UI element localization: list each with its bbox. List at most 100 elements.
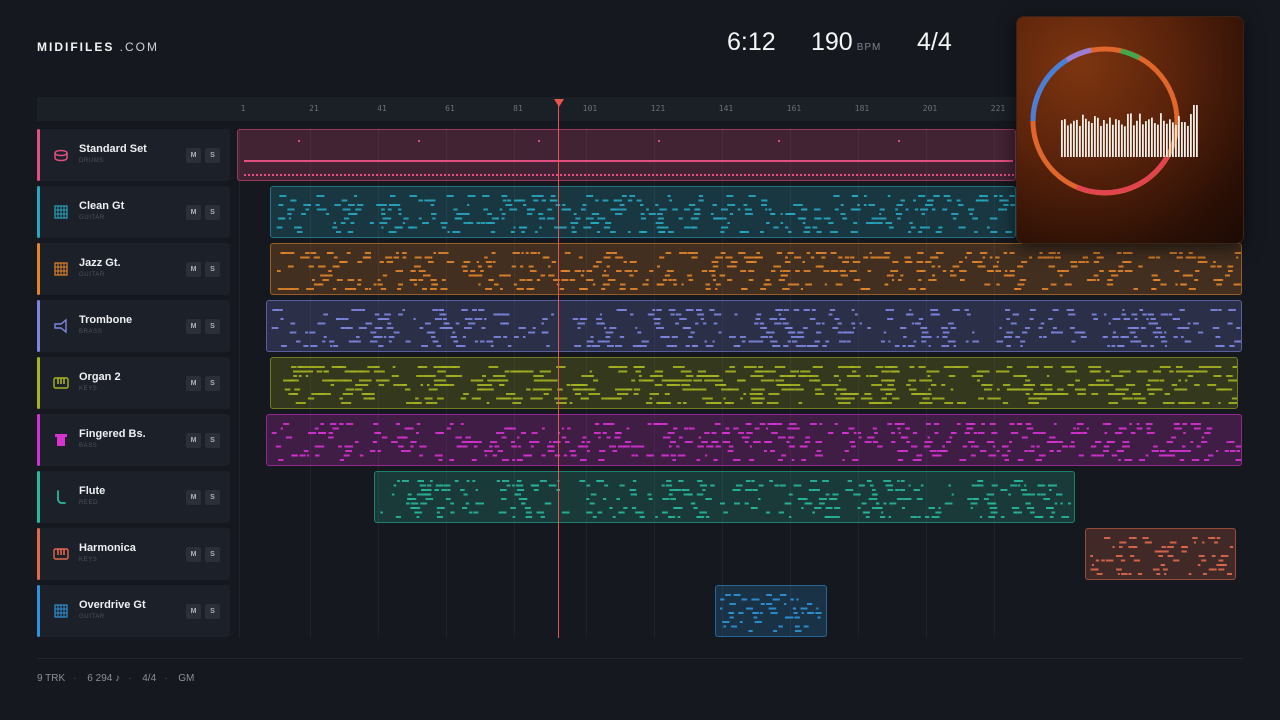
track-category: GUITAR: [79, 215, 105, 221]
note-pattern: [276, 195, 1015, 233]
midi-clip[interactable]: [715, 585, 827, 637]
drum-icon: [53, 147, 69, 163]
track-name: Standard Set: [79, 143, 147, 155]
solo-button[interactable]: S: [205, 205, 220, 220]
mute-button[interactable]: M: [186, 433, 201, 448]
track-color-bar: [37, 129, 40, 181]
footer-divider: [37, 658, 1243, 659]
solo-button[interactable]: S: [205, 376, 220, 391]
track-name: Fingered Bs.: [79, 428, 146, 440]
mute-button[interactable]: M: [186, 319, 201, 334]
midi-standard: GM: [178, 673, 195, 684]
mute-button[interactable]: M: [186, 205, 201, 220]
song-duration: 6:12: [727, 28, 776, 56]
note-pattern: [380, 480, 1071, 518]
track-color-bar: [37, 528, 40, 580]
track-name: Trombone: [79, 314, 133, 326]
time-signature: 4/4: [917, 28, 952, 56]
track-name: Jazz Gt.: [79, 257, 121, 269]
site-logo[interactable]: MIDIFILES .COM: [37, 40, 159, 54]
track-header-overdrive-gt[interactable]: Overdrive Gt GUITAR M S: [37, 585, 230, 637]
track-header-standard-set[interactable]: Standard Set DRUMS M S: [37, 129, 230, 181]
midi-clip[interactable]: [270, 243, 1242, 295]
note-pattern: [244, 140, 1014, 176]
ruler-tick: 81: [513, 104, 523, 113]
midi-clip[interactable]: [374, 471, 1075, 523]
album-art-visualizer: [1016, 16, 1244, 244]
track-header-clean-gt[interactable]: Clean Gt GUITAR M S: [37, 186, 230, 238]
keys-icon: [53, 375, 69, 391]
track-category: KEYS: [79, 386, 98, 392]
track-header-jazz-gt[interactable]: Jazz Gt. GUITAR M S: [37, 243, 230, 295]
footer-time-signature: 4/4: [142, 673, 157, 684]
ruler-tick: 21: [309, 104, 319, 113]
solo-button[interactable]: S: [205, 490, 220, 505]
solo-button[interactable]: S: [205, 319, 220, 334]
ruler-tick: 101: [582, 104, 598, 113]
mute-button[interactable]: M: [186, 376, 201, 391]
ruler-tick: 61: [445, 104, 455, 113]
midi-clip[interactable]: [1085, 528, 1236, 580]
keys-icon: [53, 546, 69, 562]
track-color-bar: [37, 471, 40, 523]
note-pattern: [271, 423, 1241, 461]
midi-clip[interactable]: [270, 186, 1016, 238]
track-color-bar: [37, 186, 40, 238]
note-pattern: [720, 594, 822, 632]
bass-icon: [53, 432, 69, 448]
track-category: REED: [79, 500, 99, 506]
guitar-icon: [53, 261, 69, 277]
track-header-harmonica[interactable]: Harmonica KEYS M S: [37, 528, 230, 580]
solo-button[interactable]: S: [205, 604, 220, 619]
solo-button[interactable]: S: [205, 262, 220, 277]
footer-stats: 9 TRK · 6 294 ♪ · 4/4 · GM: [37, 673, 195, 684]
midi-clip[interactable]: [266, 300, 1242, 352]
track-count: 9 TRK: [37, 673, 66, 684]
track-name: Flute: [79, 485, 106, 497]
track-name: Harmonica: [79, 542, 136, 554]
track-name: Clean Gt: [79, 200, 125, 212]
ruler-tick: 221: [990, 104, 1006, 113]
track-category: KEYS: [79, 557, 98, 563]
track-name: Organ 2: [79, 371, 121, 383]
midi-clip[interactable]: [270, 357, 1238, 409]
trombone-icon: [53, 318, 69, 334]
track-color-bar: [37, 585, 40, 637]
track-header-trombone[interactable]: Trombone BRASS M S: [37, 300, 230, 352]
track-header-fingered-bs[interactable]: Fingered Bs. BASS M S: [37, 414, 230, 466]
note-pattern: [271, 309, 1241, 347]
ruler-tick: 161: [786, 104, 802, 113]
track-header-flute[interactable]: Flute REED M S: [37, 471, 230, 523]
solo-button[interactable]: S: [205, 148, 220, 163]
grid-line: [239, 128, 240, 638]
track-color-bar: [37, 243, 40, 295]
solo-button[interactable]: S: [205, 433, 220, 448]
midi-clip[interactable]: [266, 414, 1242, 466]
guitar-icon: [53, 603, 69, 619]
guitar-icon: [53, 204, 69, 220]
midi-clip[interactable]: [237, 129, 1016, 181]
track-name: Overdrive Gt: [79, 599, 146, 611]
mute-button[interactable]: M: [186, 148, 201, 163]
playhead-handle[interactable]: [554, 99, 564, 107]
solo-button[interactable]: S: [205, 547, 220, 562]
track-category: BRASS: [79, 329, 103, 335]
note-count: 6 294 ♪: [87, 673, 121, 684]
note-pattern: [277, 252, 1241, 290]
track-category: GUITAR: [79, 614, 105, 620]
track-color-bar: [37, 357, 40, 409]
note-pattern: [283, 366, 1237, 404]
track-header-organ-2[interactable]: Organ 2 KEYS M S: [37, 357, 230, 409]
tempo-readout: 190 BPM: [811, 28, 882, 56]
mute-button[interactable]: M: [186, 490, 201, 505]
ruler-tick: 1: [240, 104, 246, 113]
track-color-bar: [37, 414, 40, 466]
ruler-tick: 181: [854, 104, 870, 113]
mute-button[interactable]: M: [186, 604, 201, 619]
track-category: BASS: [79, 443, 98, 449]
playhead[interactable]: [558, 106, 559, 638]
mute-button[interactable]: M: [186, 547, 201, 562]
track-category: GUITAR: [79, 272, 105, 278]
mute-button[interactable]: M: [186, 262, 201, 277]
ruler-tick: 41: [377, 104, 387, 113]
